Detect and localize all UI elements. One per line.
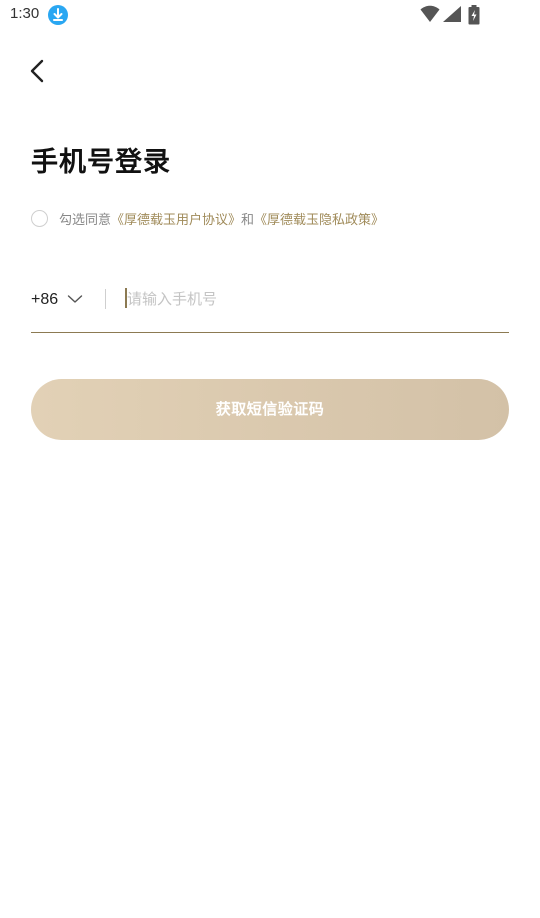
back-button[interactable] — [22, 54, 56, 88]
signal-icon — [443, 6, 461, 22]
agreement-connector: 和 — [241, 213, 255, 228]
privacy-policy-link[interactable]: 《厚德载玉隐私政策》 — [254, 213, 384, 228]
battery-charging-icon — [468, 5, 480, 25]
chevron-down-icon — [67, 295, 83, 303]
status-time: 1:30 — [10, 5, 40, 22]
status-bar: 1:30 — [0, 0, 540, 30]
country-code-label: +86 — [31, 291, 59, 308]
phone-input-row: +86 — [31, 280, 509, 333]
phone-number-input[interactable] — [125, 284, 497, 314]
get-sms-code-button[interactable]: 获取短信验证码 — [31, 379, 509, 440]
download-icon — [48, 5, 68, 25]
chevron-left-icon — [30, 59, 44, 83]
page-title: 手机号登录 — [31, 147, 171, 178]
agreement-prefix: 勾选同意 — [59, 213, 112, 228]
input-caret — [125, 288, 127, 308]
divider — [105, 289, 106, 309]
agree-checkbox[interactable] — [31, 210, 48, 227]
country-code-selector[interactable]: +86 — [31, 289, 83, 313]
user-agreement-link[interactable]: 《厚德载玉用户协议》 — [111, 213, 241, 228]
agreement-text: 勾选同意《厚德载玉用户协议》和《厚德载玉隐私政策》 — [59, 209, 384, 228]
wifi-icon — [420, 5, 440, 22]
agreement-row: 勾选同意《厚德载玉用户协议》和《厚德载玉隐私政策》 — [31, 208, 511, 232]
